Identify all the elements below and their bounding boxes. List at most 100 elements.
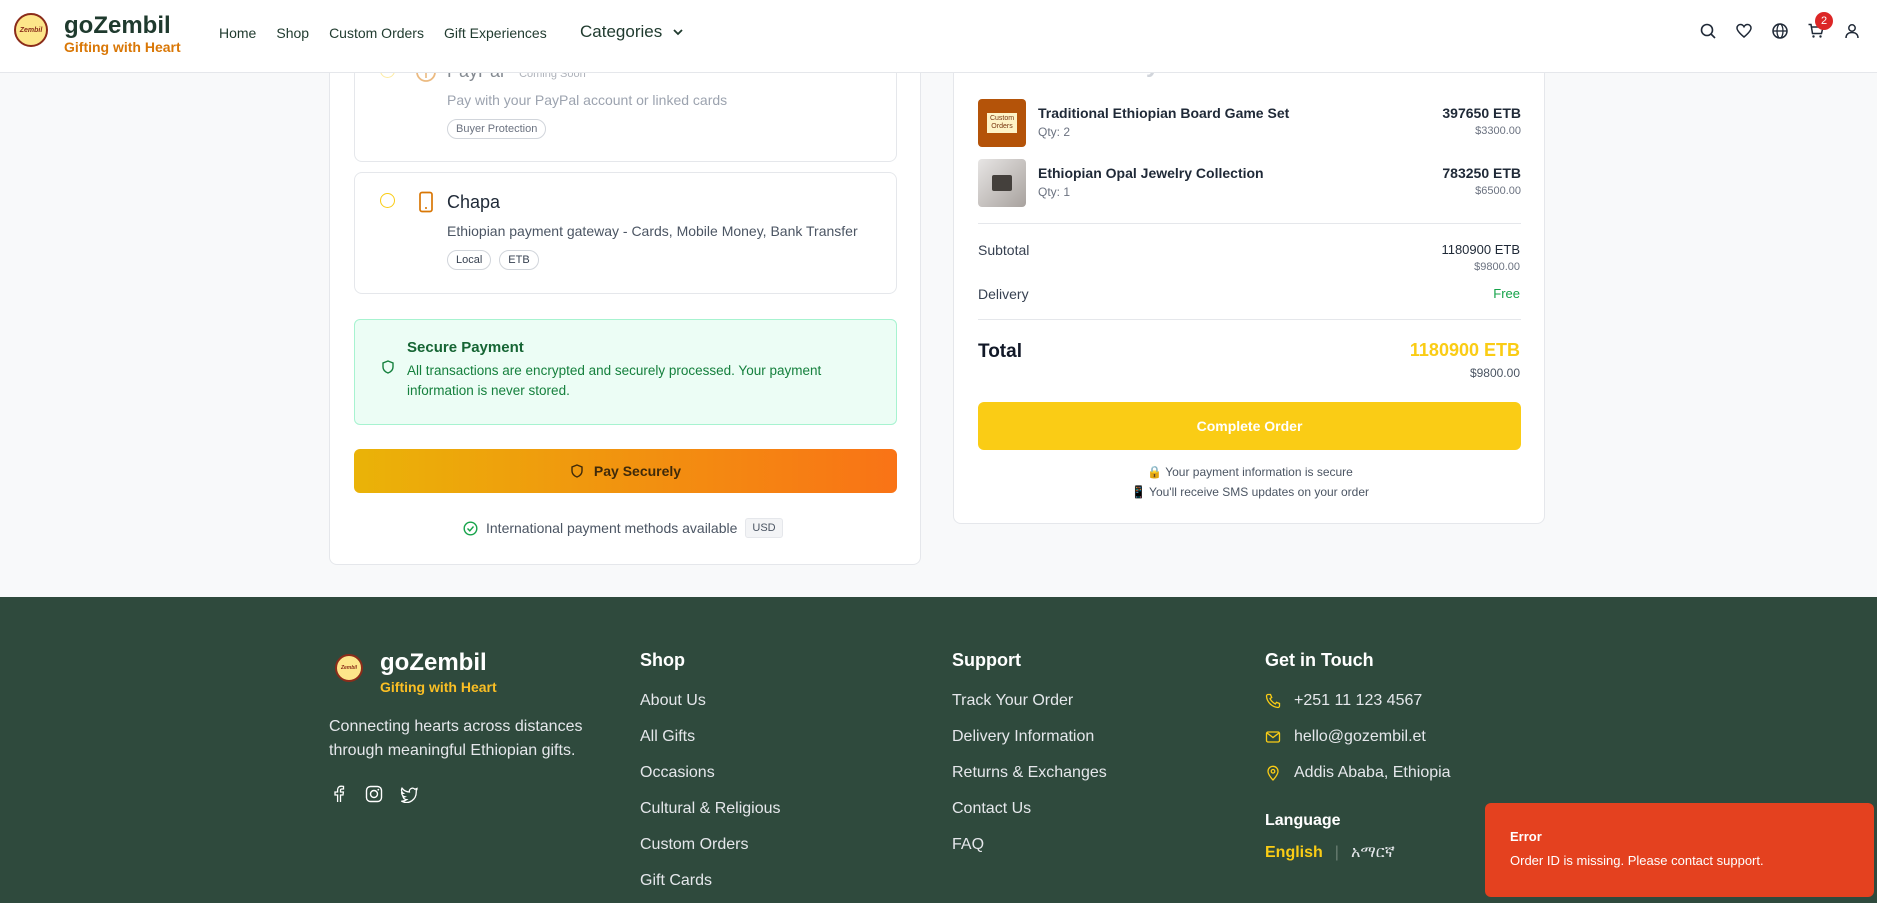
map-pin-icon xyxy=(1267,765,1279,781)
brand-tagline: Gifting with Heart xyxy=(64,39,181,55)
footer-brand-tagline: Gifting with Heart xyxy=(380,679,497,695)
chapa-radio[interactable] xyxy=(380,193,395,208)
chapa-title: Chapa xyxy=(447,192,501,212)
footer-link-occasions[interactable]: Occasions xyxy=(640,764,715,782)
phone-icon xyxy=(1265,693,1281,709)
check-circle-icon xyxy=(463,520,478,536)
search-icon[interactable] xyxy=(1699,22,1717,40)
footer-shop-title: Shop xyxy=(640,650,685,670)
order-item: Custom Orders Traditional Ethiopian Boar… xyxy=(978,99,1521,149)
lang-english[interactable]: English xyxy=(1265,844,1323,862)
secure-payment-notice: Secure Payment All transactions are encr… xyxy=(354,319,897,425)
item-price-etb: 397650 ETB xyxy=(1442,105,1521,121)
order-summary-card: Order Summary Custom Orders Traditional … xyxy=(953,30,1545,524)
chapa-tags: Local ETB xyxy=(447,250,539,270)
pay-securely-label: Pay Securely xyxy=(593,463,682,479)
instagram-icon[interactable] xyxy=(365,785,383,803)
shield-icon xyxy=(382,360,394,374)
toast-message: Order ID is missing. Please contact supp… xyxy=(1510,853,1764,868)
complete-order-button[interactable]: Complete Order xyxy=(978,402,1521,450)
secure-payment-note: 🔒 Your payment information is secure xyxy=(1147,465,1353,479)
product-thumbnail xyxy=(978,159,1026,207)
twitter-icon[interactable] xyxy=(400,785,418,803)
header-actions: 2 xyxy=(1699,12,1861,40)
logo-icon[interactable]: Zembil xyxy=(14,13,48,47)
tag-buyer-protection: Buyer Protection xyxy=(447,119,547,139)
pay-securely-button[interactable]: Pay Securely xyxy=(354,449,897,493)
item-price-usd: $3300.00 xyxy=(1475,125,1521,137)
globe-icon[interactable] xyxy=(1771,22,1789,40)
footer-link-faq[interactable]: FAQ xyxy=(952,836,984,854)
shield-icon xyxy=(571,464,583,478)
cart-icon[interactable]: 2 xyxy=(1807,12,1833,40)
footer-link-cultural-religious[interactable]: Cultural & Religious xyxy=(640,800,781,818)
mobile-phone-icon xyxy=(419,191,433,213)
error-toast[interactable]: Error Order ID is missing. Please contac… xyxy=(1485,803,1874,897)
international-payment-note: International payment methods available … xyxy=(463,518,783,538)
address-text: Addis Ababa, Ethiopia xyxy=(1294,764,1451,781)
user-icon[interactable] xyxy=(1843,22,1861,40)
footer-link-all-gifts[interactable]: All Gifts xyxy=(640,728,695,746)
nav-home[interactable]: Home xyxy=(219,24,256,42)
item-name: Traditional Ethiopian Board Game Set xyxy=(1038,105,1290,121)
footer-link-custom-orders[interactable]: Custom Orders xyxy=(640,836,748,854)
facebook-icon[interactable] xyxy=(330,785,348,803)
main-nav: Home Shop Custom Orders Gift Experiences xyxy=(219,24,567,42)
divider xyxy=(978,223,1521,224)
secure-payment-title: Secure Payment xyxy=(407,339,524,356)
heart-icon[interactable] xyxy=(1735,22,1753,40)
cart-count-badge: 2 xyxy=(1815,12,1833,30)
lang-amharic[interactable]: አማርኛ xyxy=(1351,844,1395,862)
mail-icon xyxy=(1265,731,1281,743)
nav-custom-orders[interactable]: Custom Orders xyxy=(329,24,424,42)
phone-text: +251 11 123 4567 xyxy=(1294,692,1423,709)
brand[interactable]: goZembil Gifting with Heart xyxy=(64,12,181,54)
nav-gift-experiences[interactable]: Gift Experiences xyxy=(444,24,547,42)
footer-description: Connecting hearts across distances throu… xyxy=(329,718,583,759)
thumbnail-label: Custom Orders xyxy=(987,113,1017,133)
nav-shop[interactable]: Shop xyxy=(276,24,309,42)
divider xyxy=(978,319,1521,320)
site-header: Zembil goZembil Gifting with Heart Home … xyxy=(0,0,1877,73)
footer-link-contact-us[interactable]: Contact Us xyxy=(952,800,1031,818)
language-switcher: English | አማርኛ xyxy=(1265,844,1395,862)
payment-option-chapa[interactable]: Chapa Ethiopian payment gateway - Cards,… xyxy=(354,172,897,294)
brand-name[interactable]: goZembil xyxy=(64,12,181,40)
email-text: hello@gozembil.et xyxy=(1294,728,1426,745)
paypal-tags: Buyer Protection xyxy=(447,119,547,139)
footer-logo-icon[interactable]: Zembil xyxy=(335,654,363,682)
footer-link-gift-cards[interactable]: Gift Cards xyxy=(640,872,712,890)
footer-link-returns[interactable]: Returns & Exchanges xyxy=(952,764,1107,782)
total-label: Total xyxy=(978,341,1022,362)
secure-payment-text: All transactions are encrypted and secur… xyxy=(407,363,822,398)
item-name: Ethiopian Opal Jewelry Collection xyxy=(1038,165,1264,181)
footer-brand-name[interactable]: goZembil xyxy=(380,649,487,677)
international-text: International payment methods available xyxy=(486,520,738,536)
categories-label: Categories xyxy=(580,22,663,41)
lang-separator: | xyxy=(1334,844,1339,861)
footer-link-delivery-info[interactable]: Delivery Information xyxy=(952,728,1094,746)
paypal-subtitle: Pay with your PayPal account or linked c… xyxy=(447,92,728,108)
footer-link-about-us[interactable]: About Us xyxy=(640,692,706,710)
item-price-usd: $6500.00 xyxy=(1475,185,1521,197)
footer-email[interactable]: hello@gozembil.et xyxy=(1265,728,1426,746)
product-thumbnail: Custom Orders xyxy=(978,99,1026,147)
subtotal-etb: 1180900 ETB xyxy=(1441,242,1520,257)
sms-updates-note: 📱 You'll receive SMS updates on your ord… xyxy=(1130,485,1370,499)
item-qty: Qty: 2 xyxy=(1038,125,1071,139)
toast-title: Error xyxy=(1510,829,1542,844)
chapa-subtitle: Ethiopian payment gateway - Cards, Mobil… xyxy=(447,223,858,239)
categories-dropdown[interactable]: Categories xyxy=(580,22,684,42)
footer-link-track-order[interactable]: Track Your Order xyxy=(952,692,1073,710)
total-usd: $9800.00 xyxy=(1469,366,1520,380)
language-title: Language xyxy=(1265,812,1341,829)
footer-phone[interactable]: +251 11 123 4567 xyxy=(1265,692,1422,710)
footer-contact-title: Get in Touch xyxy=(1265,650,1374,670)
order-item: Ethiopian Opal Jewelry Collection Qty: 1… xyxy=(978,159,1521,209)
footer-address: Addis Ababa, Ethiopia xyxy=(1265,764,1451,782)
tag-local: Local xyxy=(447,250,492,270)
logo-text: Zembil xyxy=(19,26,43,34)
subtotal-usd: $9800.00 xyxy=(1474,261,1520,273)
tag-etb: ETB xyxy=(499,250,539,270)
total-etb: 1180900 ETB xyxy=(1409,340,1520,360)
